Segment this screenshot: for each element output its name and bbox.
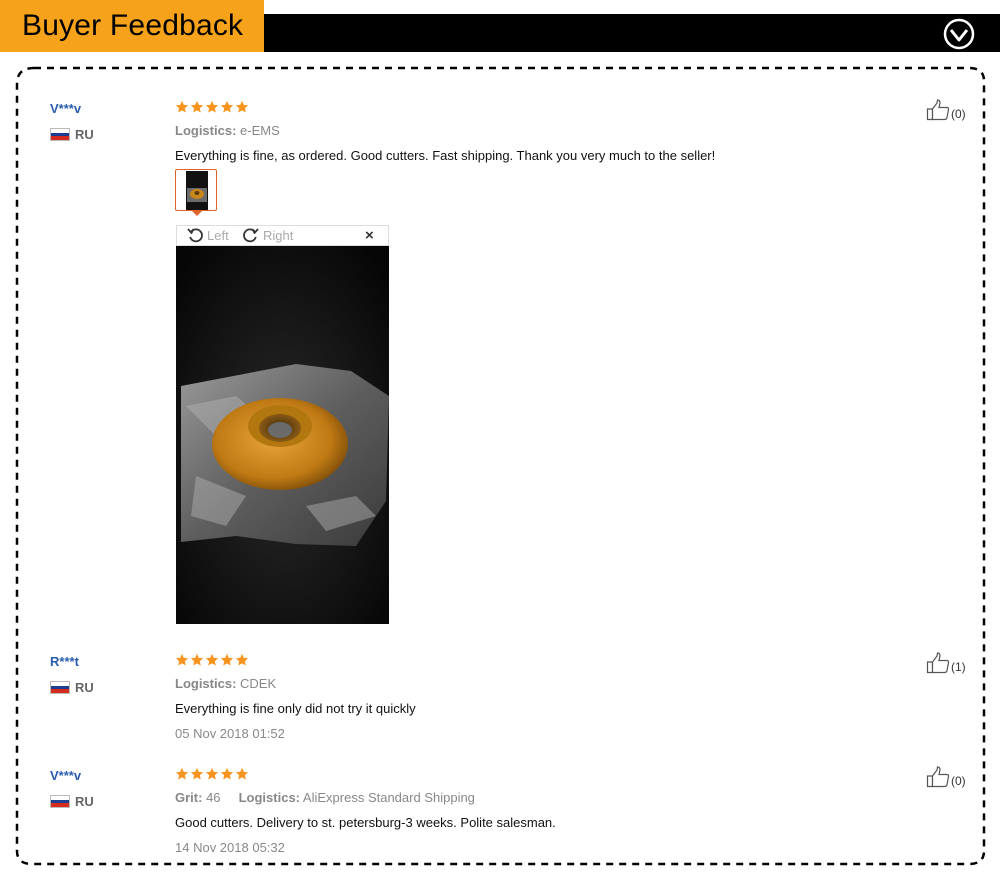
country-code: RU xyxy=(75,794,94,809)
star-rating xyxy=(175,653,249,667)
star-icon xyxy=(175,653,189,666)
feedback-header: Buyer Feedback xyxy=(0,0,1000,52)
meta-label: Grit: xyxy=(175,790,203,805)
star-rating xyxy=(175,767,249,781)
russia-flag-icon xyxy=(50,681,70,694)
helpful-count: (0) xyxy=(951,774,966,788)
russia-flag-icon xyxy=(50,795,70,808)
rotate-left-icon xyxy=(187,228,203,243)
reviewer-name[interactable]: R***t xyxy=(50,654,79,669)
star-rating xyxy=(175,100,249,114)
helpful-button[interactable]: (1) xyxy=(926,652,966,674)
meta-value: AliExpress Standard Shipping xyxy=(302,790,475,805)
reviewer-country: RU xyxy=(50,680,94,695)
helpful-count: (1) xyxy=(951,660,966,674)
star-icon xyxy=(235,653,249,666)
helpful-count: (0) xyxy=(951,107,966,121)
star-icon xyxy=(220,767,234,780)
review-meta: Grit: 46 Logistics: AliExpress Standard … xyxy=(175,790,475,805)
thumbs-up-icon xyxy=(926,652,950,674)
rotate-left-label: Left xyxy=(207,227,229,243)
meta-value: CDEK xyxy=(240,676,277,691)
reviewer-country: RU xyxy=(50,794,94,809)
review-item: V***v RU Logistics: e-EMS Everything is … xyxy=(50,99,970,631)
review-item: V***v RU Grit: 46 Logistics: AliExpress … xyxy=(50,766,970,858)
header-tab: Buyer Feedback xyxy=(0,0,264,52)
review-photo xyxy=(176,246,389,624)
review-date: 14 Nov 2018 05:32 xyxy=(175,840,285,855)
thumbs-up-icon xyxy=(926,766,950,788)
star-icon xyxy=(205,767,219,780)
meta-value: e-EMS xyxy=(240,123,280,138)
page-title: Buyer Feedback xyxy=(22,9,244,42)
star-icon xyxy=(190,767,204,780)
helpful-button[interactable]: (0) xyxy=(926,766,966,788)
review-comment: Good cutters. Delivery to st. petersburg… xyxy=(175,815,556,830)
review-comment: Everything is fine only did not try it q… xyxy=(175,701,416,716)
meta-label: Logistics: xyxy=(175,676,237,691)
reviewer-name[interactable]: V***v xyxy=(50,768,81,783)
chevron-down-circle-icon[interactable] xyxy=(942,17,976,51)
reviewer-name[interactable]: V***v xyxy=(50,101,81,116)
star-icon xyxy=(190,100,204,113)
star-icon xyxy=(190,653,204,666)
meta-label: Logistics: xyxy=(238,790,301,805)
rotate-left-button[interactable]: Left xyxy=(187,227,229,243)
review-date: 05 Nov 2018 01:52 xyxy=(175,726,285,741)
star-icon xyxy=(205,653,219,666)
country-code: RU xyxy=(75,680,94,695)
rotate-right-button[interactable]: Right xyxy=(243,227,293,243)
thumbnail-pointer xyxy=(191,210,203,216)
star-icon xyxy=(220,653,234,666)
reviewer-country: RU xyxy=(50,127,94,142)
star-icon xyxy=(175,100,189,113)
review-comment: Everything is fine, as ordered. Good cut… xyxy=(175,148,716,163)
star-icon xyxy=(205,100,219,113)
review-meta: Logistics: e-EMS xyxy=(175,123,280,138)
star-icon xyxy=(235,100,249,113)
country-code: RU xyxy=(75,127,94,142)
star-icon xyxy=(220,100,234,113)
thumbs-up-icon xyxy=(926,99,950,121)
photo-viewer: Left Right × xyxy=(176,225,389,624)
russia-flag-icon xyxy=(50,128,70,141)
viewer-toolbar: Left Right × xyxy=(176,225,389,246)
meta-value: 46 xyxy=(206,790,221,805)
review-photo-thumbnail[interactable] xyxy=(175,169,217,211)
close-icon[interactable]: × xyxy=(365,227,374,244)
review-item: R***t RU Logistics: CDEK Everything is f… xyxy=(50,652,970,744)
rotate-right-label: Right xyxy=(263,227,294,243)
star-icon xyxy=(175,767,189,780)
review-meta: Logistics: CDEK xyxy=(175,676,276,691)
thumbnail-image xyxy=(176,170,216,210)
meta-label: Logistics: xyxy=(175,123,237,138)
star-icon xyxy=(235,767,249,780)
helpful-button[interactable]: (0) xyxy=(926,99,966,121)
rotate-right-icon xyxy=(243,228,259,243)
